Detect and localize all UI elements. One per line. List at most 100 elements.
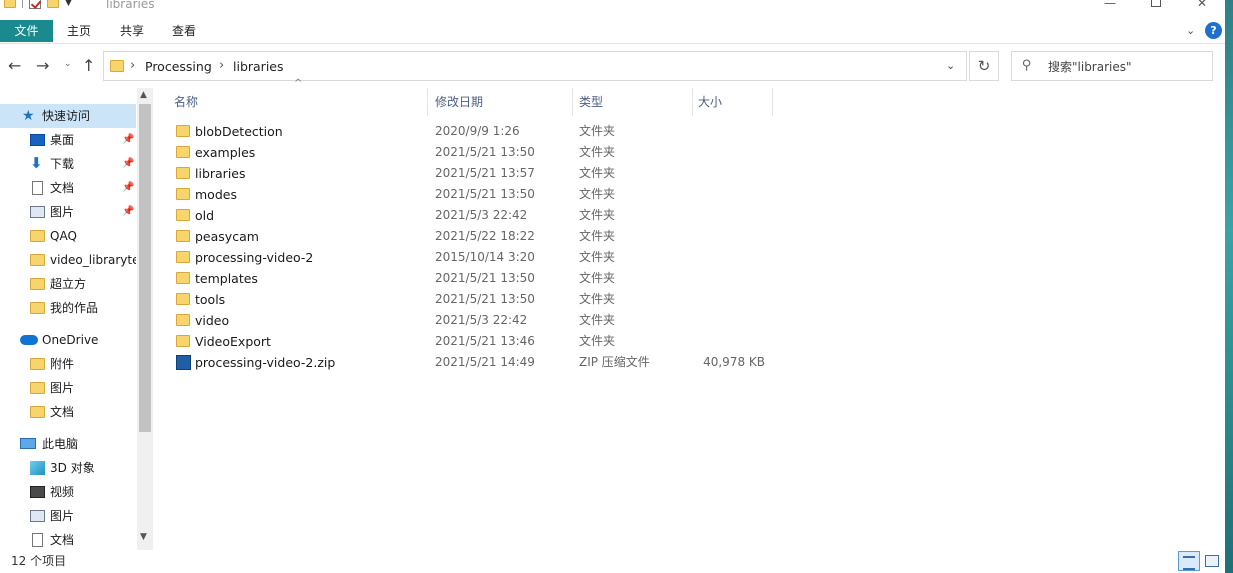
sidebar-item-pictures[interactable]: 图片 📌 bbox=[0, 200, 136, 224]
new-folder-icon[interactable] bbox=[47, 0, 59, 8]
file-name: templates bbox=[195, 271, 258, 286]
file-type: 文件夹 bbox=[579, 334, 616, 348]
file-row[interactable]: tools 2021/5/21 13:50 文件夹 bbox=[170, 289, 770, 310]
file-date: 2021/5/21 13:50 bbox=[435, 292, 535, 306]
details-view-icon[interactable] bbox=[1178, 551, 1200, 571]
sidebar-scrollbar[interactable]: ▲ ▼ bbox=[137, 88, 153, 550]
file-row[interactable]: video 2021/5/3 22:42 文件夹 bbox=[170, 310, 770, 331]
sidebar-item-hypercube[interactable]: 超立方 bbox=[0, 272, 136, 296]
file-row[interactable]: old 2021/5/3 22:42 文件夹 bbox=[170, 205, 770, 226]
minimize-button[interactable]: — bbox=[1100, 0, 1120, 10]
file-name: peasycam bbox=[195, 229, 259, 244]
maximize-button[interactable] bbox=[1146, 0, 1166, 10]
expand-ribbon-chevron-icon[interactable]: ⌄ bbox=[1186, 24, 1195, 37]
sidebar-item-pc-pictures[interactable]: 图片 bbox=[0, 504, 136, 528]
ribbon-tabs: 文件 主页 共享 查看 ⌄ ? bbox=[0, 20, 1225, 44]
file-name: examples bbox=[195, 145, 256, 160]
scroll-down-arrow-icon[interactable]: ▼ bbox=[140, 532, 147, 542]
sidebar-item-attachments[interactable]: 附件 bbox=[0, 352, 136, 376]
sidebar-item-label: QAQ bbox=[50, 229, 77, 243]
file-row[interactable]: peasycam 2021/5/22 18:22 文件夹 bbox=[170, 226, 770, 247]
up-button[interactable]: ↑ bbox=[82, 56, 95, 75]
quick-access-toolbar: ▼ bbox=[4, 0, 72, 10]
file-row[interactable]: processing-video-2 2015/10/14 3:20 文件夹 bbox=[170, 247, 770, 268]
column-header-label: 名称 bbox=[174, 95, 199, 109]
cube-icon bbox=[30, 461, 45, 475]
back-button[interactable]: ← bbox=[8, 56, 21, 75]
close-button[interactable]: ✕ bbox=[1192, 0, 1212, 10]
column-header-label: 修改日期 bbox=[435, 95, 484, 109]
column-header-type[interactable]: 类型 bbox=[565, 88, 693, 116]
file-name: libraries bbox=[195, 166, 246, 181]
file-type: 文件夹 bbox=[579, 166, 616, 180]
breadcrumb-separator-icon[interactable]: › bbox=[219, 58, 224, 73]
file-row[interactable]: templates 2021/5/21 13:50 文件夹 bbox=[170, 268, 770, 289]
refresh-button[interactable]: ↻ bbox=[969, 51, 999, 81]
sidebar-item-label: 下载 bbox=[50, 157, 75, 171]
sidebar-item-quick-access[interactable]: ★ 快速访问 bbox=[0, 104, 136, 128]
sidebar-item-documents[interactable]: 文档 📌 bbox=[0, 176, 136, 200]
sidebar-item-pc-documents[interactable]: 文档 bbox=[0, 528, 136, 552]
column-header-name[interactable]: 名称 bbox=[160, 88, 428, 116]
scroll-up-arrow-icon[interactable]: ▲ bbox=[140, 90, 147, 100]
video-icon bbox=[30, 486, 45, 498]
file-type: 文件夹 bbox=[579, 313, 616, 327]
sidebar-item-qaq[interactable]: QAQ bbox=[0, 224, 136, 248]
desktop-background bbox=[1225, 0, 1233, 573]
sidebar-item-onedrive-documents[interactable]: 文档 bbox=[0, 400, 136, 424]
file-row[interactable]: blobDetection 2020/9/9 1:26 文件夹 bbox=[170, 121, 770, 142]
file-date: 2021/5/22 18:22 bbox=[435, 229, 535, 243]
scrollbar-thumb[interactable] bbox=[139, 104, 151, 432]
search-box[interactable]: ⚲ bbox=[1011, 51, 1213, 81]
sidebar-item-video-librarytest[interactable]: video_libraryte bbox=[0, 248, 136, 272]
pin-icon[interactable]: 📌 bbox=[122, 200, 134, 224]
sidebar-item-downloads[interactable]: ⬇ 下载 📌 bbox=[0, 152, 136, 176]
file-type: 文件夹 bbox=[579, 145, 616, 159]
file-row[interactable]: VideoExport 2021/5/21 13:46 文件夹 bbox=[170, 331, 770, 352]
tab-home[interactable]: 主页 bbox=[55, 20, 103, 42]
tab-file[interactable]: 文件 bbox=[0, 20, 53, 42]
tab-share[interactable]: 共享 bbox=[108, 20, 156, 42]
help-icon[interactable]: ? bbox=[1205, 22, 1222, 39]
picture-icon bbox=[30, 206, 45, 218]
sidebar-item-this-pc[interactable]: 此电脑 bbox=[0, 432, 136, 456]
column-header-date[interactable]: 修改日期 bbox=[421, 88, 573, 116]
forward-button[interactable]: → bbox=[36, 56, 49, 75]
file-row[interactable]: modes 2021/5/21 13:50 文件夹 bbox=[170, 184, 770, 205]
folder-icon bbox=[176, 314, 190, 326]
sidebar-item-desktop[interactable]: 桌面 📌 bbox=[0, 128, 136, 152]
file-name: processing-video-2 bbox=[195, 250, 314, 265]
pin-icon[interactable]: 📌 bbox=[122, 176, 134, 200]
pin-icon[interactable]: 📌 bbox=[122, 128, 134, 152]
sidebar-item-onedrive[interactable]: OneDrive bbox=[0, 328, 136, 352]
column-header-size[interactable]: 大小 bbox=[684, 88, 773, 116]
file-row[interactable]: processing-video-2.zip 2021/5/21 14:49 ZIP… bbox=[170, 352, 770, 373]
folder-icon bbox=[176, 335, 190, 347]
sidebar-item-label: 附件 bbox=[50, 357, 75, 371]
large-icons-view-icon[interactable] bbox=[1203, 551, 1221, 571]
customize-toolbar-chevron-icon[interactable]: ▼ bbox=[65, 0, 72, 8]
sidebar-item-onedrive-pictures[interactable]: 图片 bbox=[0, 376, 136, 400]
file-row[interactable]: examples 2021/5/21 13:50 文件夹 bbox=[170, 142, 770, 163]
file-name: VideoExport bbox=[195, 334, 271, 349]
address-dropdown-chevron-icon[interactable]: ⌄ bbox=[946, 59, 955, 72]
file-name: video bbox=[195, 313, 230, 328]
recent-locations-chevron-icon[interactable]: ⌄ bbox=[64, 59, 72, 69]
tab-view[interactable]: 查看 bbox=[160, 20, 208, 42]
sidebar-item-my-works[interactable]: 我的作品 bbox=[0, 296, 136, 320]
file-row[interactable]: libraries 2021/5/21 13:57 文件夹 bbox=[170, 163, 770, 184]
breadcrumb-separator-icon[interactable]: › bbox=[130, 58, 135, 73]
breadcrumb-libraries[interactable]: libraries bbox=[233, 59, 284, 74]
sidebar-item-videos[interactable]: 视频 bbox=[0, 480, 136, 504]
breadcrumb-processing[interactable]: Processing bbox=[145, 59, 212, 74]
search-input[interactable] bbox=[1048, 58, 1208, 76]
sidebar-item-label: 文档 bbox=[50, 181, 75, 195]
folder-icon bbox=[30, 302, 45, 314]
file-size: 40,978 KB bbox=[703, 355, 765, 369]
address-bar[interactable]: › Processing › libraries ⌄ bbox=[103, 51, 967, 81]
search-icon: ⚲ bbox=[1022, 58, 1032, 73]
pin-icon[interactable]: 📌 bbox=[122, 152, 134, 176]
sidebar-item-3d-objects[interactable]: 3D 对象 bbox=[0, 456, 136, 480]
properties-checkbox-icon[interactable] bbox=[29, 0, 41, 9]
sidebar-item-label: 视频 bbox=[50, 485, 75, 499]
